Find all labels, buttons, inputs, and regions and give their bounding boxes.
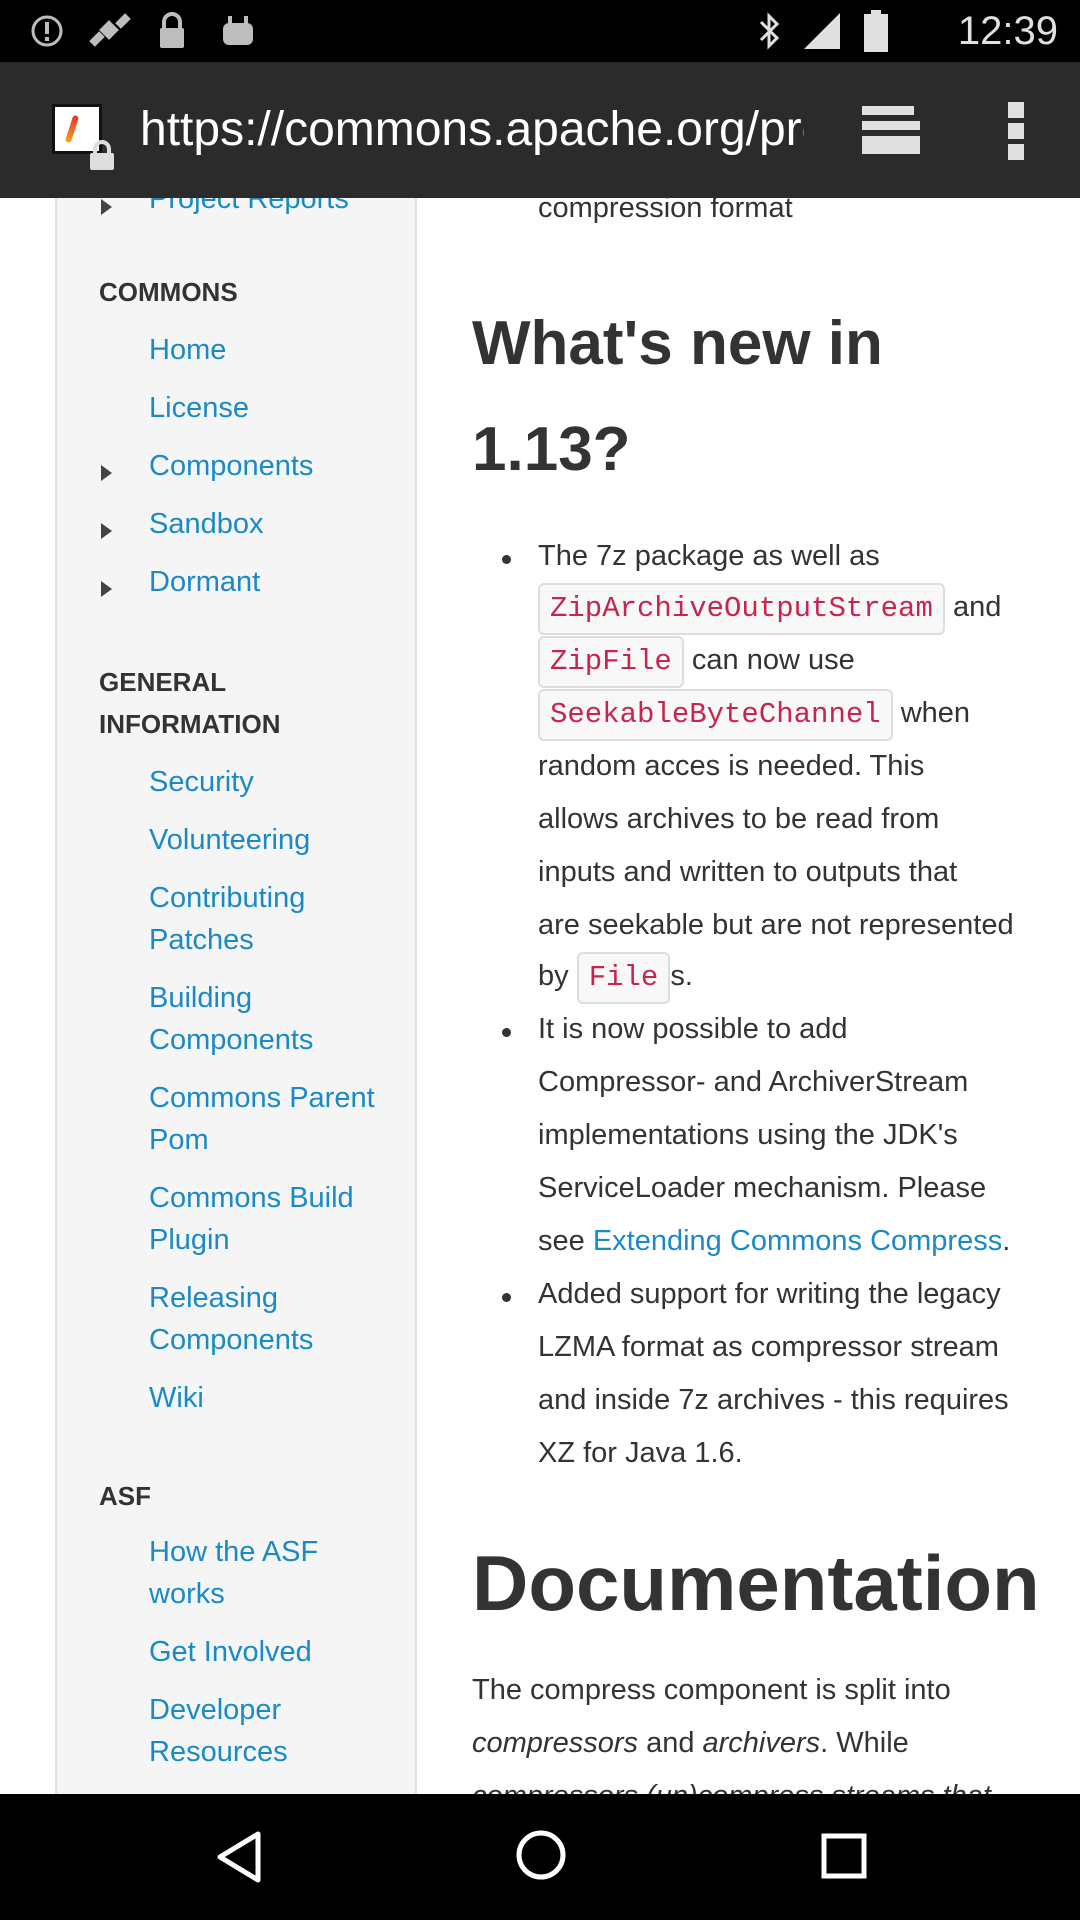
satellite-icon	[86, 10, 134, 52]
body-text: and inside 7z archives - this requires	[538, 1384, 1009, 1416]
clock: 12:39	[957, 9, 1058, 53]
sidebar-item-sandbox[interactable]: Sandbox	[149, 503, 389, 545]
expand-arrow-icon[interactable]	[101, 465, 112, 481]
battery-icon	[860, 10, 892, 52]
expand-arrow-icon[interactable]	[101, 523, 112, 539]
body-text: are seekable but are not represented	[538, 909, 1014, 941]
sidebar-item-contributing-patches[interactable]: Contributing Patches	[149, 877, 389, 961]
code-seekable-byte-channel: SeekableByteChannel	[538, 689, 893, 741]
overflow-menu-icon[interactable]	[1002, 100, 1030, 162]
body-text: random acces is needed. This	[538, 750, 925, 782]
whats-new-heading-version: 1.13?	[472, 415, 631, 484]
sidebar-item-components[interactable]: Components	[149, 445, 389, 487]
system-nav-bar	[0, 1794, 1080, 1920]
whats-new-heading: What's new in	[472, 309, 883, 378]
body-text: XZ for Java 1.6.	[538, 1437, 743, 1469]
home-icon[interactable]	[514, 1828, 568, 1882]
sidebar-heading-commons: COMMONS	[99, 277, 238, 307]
body-text: allows archives to be read from	[538, 803, 940, 835]
body-text: The 7z package as well as	[538, 540, 880, 572]
sidebar-item-commons-build-plugin[interactable]: Commons Build Plugin	[149, 1177, 399, 1261]
sidebar: Project Reports COMMONS Home License Com…	[55, 198, 417, 1794]
code-zip-file: ZipFile	[538, 636, 684, 688]
body-text: see	[538, 1225, 585, 1257]
body-text: compression format	[538, 198, 793, 224]
body-text: Compressor- and ArchiverStream	[538, 1066, 969, 1098]
body-text: LZMA format as compressor stream	[538, 1331, 999, 1363]
sidebar-item-home[interactable]: Home	[149, 329, 389, 371]
sidebar-item-commons-parent-pom[interactable]: Commons Parent Pom	[149, 1077, 389, 1161]
expand-arrow-icon[interactable]	[101, 581, 112, 597]
sidebar-item-wiki[interactable]: Wiki	[149, 1377, 389, 1419]
body-text: and	[952, 591, 1002, 623]
body-text-line: compressors and archivers. While	[472, 1727, 909, 1760]
tabs-icon[interactable]	[858, 102, 922, 158]
body-text: can now use	[691, 644, 855, 676]
body-text: ServiceLoader mechanism. Please	[538, 1172, 987, 1204]
body-text: .	[1002, 1225, 1011, 1257]
sidebar-item-developer-resources[interactable]: Developer Resources	[149, 1689, 389, 1773]
bullet-line: ZipFile can now use	[538, 636, 855, 688]
body-text: by	[538, 960, 569, 992]
code-file: File	[576, 952, 671, 1004]
bullet	[502, 555, 511, 564]
sidebar-item-get-involved[interactable]: Get Involved	[149, 1631, 389, 1673]
body-text: . While	[820, 1727, 909, 1759]
bullet-line: ZipArchiveOutputStream and	[538, 583, 1001, 635]
url-field[interactable]: https://commons.apache.org/proper/common…	[140, 100, 804, 160]
body-text: inputs and written to outputs that	[538, 856, 958, 888]
sidebar-item-how-the-asf-works[interactable]: How the ASF works	[149, 1531, 389, 1615]
bullet	[502, 1028, 511, 1037]
sidebar-item-volunteering[interactable]: Volunteering	[149, 819, 389, 861]
sidebar-heading-asf: ASF	[99, 1481, 151, 1511]
sidebar-heading-general-information: GENERAL INFORMATION	[99, 667, 281, 739]
web-page: Project Reports COMMONS Home License Com…	[0, 198, 1080, 1794]
browser-toolbar: https://commons.apache.org/proper/common…	[0, 62, 1080, 198]
body-text-emphasis: archivers	[702, 1727, 821, 1759]
bullet-line: SeekableByteChannel when	[538, 689, 970, 741]
sidebar-item-dormant[interactable]: Dormant	[149, 561, 389, 603]
body-text: s.	[670, 960, 693, 992]
sidebar-item-security[interactable]: Security	[149, 761, 389, 803]
body-text: and	[646, 1727, 695, 1759]
recents-icon[interactable]	[820, 1832, 868, 1880]
body-text: It is now possible to add	[538, 1013, 848, 1045]
documentation-heading: Documentation	[472, 1539, 1040, 1627]
bluetooth-icon	[750, 10, 790, 52]
body-text: The compress component is split into	[472, 1674, 951, 1706]
status-bar: 12:39	[0, 0, 1080, 62]
body-text: compressors (un)compress streams that	[472, 1780, 991, 1794]
bullet-line: see Extending Commons Compress.	[538, 1225, 1010, 1258]
sidebar-item-license[interactable]: License	[149, 387, 389, 429]
body-text: when	[900, 697, 971, 729]
bullet-line: by File s.	[538, 952, 693, 1004]
signal-icon	[800, 10, 844, 52]
sidebar-item-project-reports[interactable]: Project Reports	[149, 198, 389, 220]
sidebar-item-building-components[interactable]: Building Components	[149, 977, 389, 1061]
expand-arrow-icon[interactable]	[101, 199, 112, 215]
lock-icon	[90, 140, 114, 170]
sidebar-item-releasing-components[interactable]: Releasing Components	[149, 1277, 389, 1361]
android-icon	[216, 10, 260, 52]
back-icon[interactable]	[214, 1830, 264, 1884]
bullet	[502, 1293, 511, 1302]
code-zip-archive-output-stream: ZipArchiveOutputStream	[538, 583, 945, 635]
body-text: implementations using the JDK's	[538, 1119, 958, 1151]
link-extending-commons-compress[interactable]: Extending Commons Compress	[593, 1225, 1002, 1257]
body-text-emphasis: compressors	[472, 1727, 638, 1759]
lock-icon	[152, 10, 192, 52]
body-text: Added support for writing the legacy	[538, 1278, 1001, 1310]
alert-icon	[26, 10, 68, 52]
